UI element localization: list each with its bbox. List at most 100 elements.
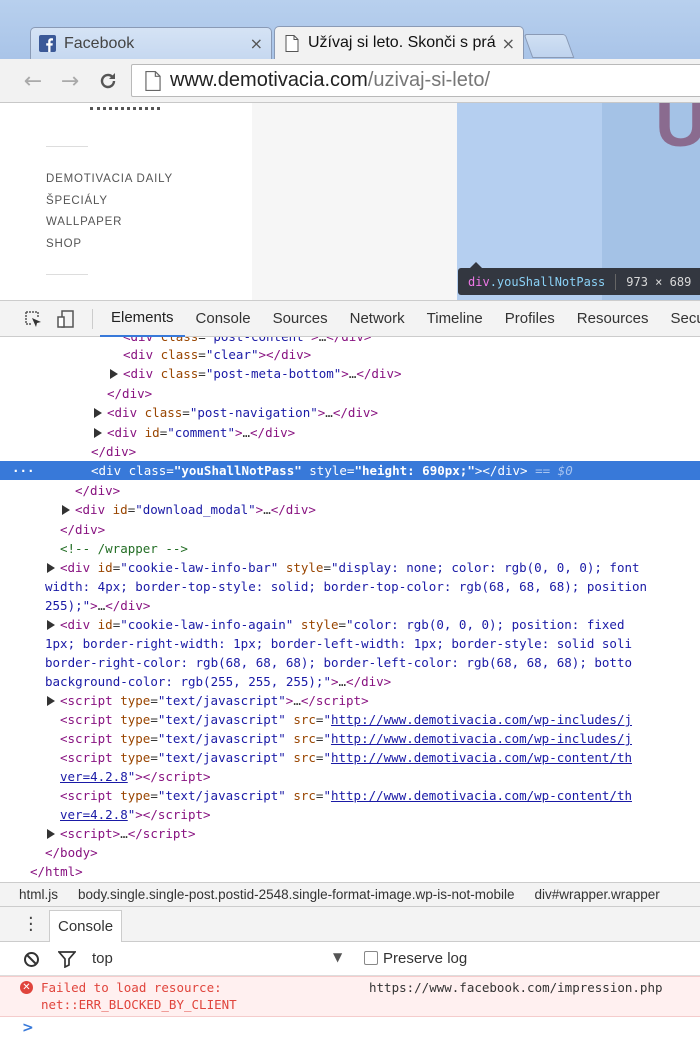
site-logo[interactable] — [90, 103, 160, 110]
breadcrumb-wrapper[interactable]: div#wrapper.wrapper — [524, 887, 669, 902]
tab-security[interactable]: Secu — [660, 301, 700, 337]
dom-node[interactable]: </div> — [0, 520, 700, 539]
console-prompt-icon[interactable]: > — [22, 1020, 34, 1036]
dom-node[interactable]: <div id="download_modal">…</div> — [0, 500, 700, 519]
expand-triangle-icon[interactable] — [47, 829, 55, 839]
back-arrow-icon[interactable]: ← — [21, 69, 45, 94]
inspect-element-icon[interactable] — [23, 309, 43, 329]
hero-glyph: U — [655, 103, 700, 162]
new-tab-button[interactable] — [523, 34, 575, 58]
devtools-tab-bar: Elements Console Sources Network Timelin… — [0, 300, 700, 337]
dom-node[interactable]: <div id="cookie-law-info-again" style="c… — [0, 615, 700, 634]
tab-profiles[interactable]: Profiles — [494, 301, 566, 337]
error-line-2: net::ERR_BLOCKED_BY_CLIENT — [41, 997, 237, 1012]
clear-console-icon[interactable] — [23, 951, 40, 968]
dom-node-cont[interactable]: 255);">…</div> — [0, 596, 700, 615]
url-host: www.demotivacia.com — [170, 69, 368, 91]
preserve-log-checkbox[interactable] — [364, 951, 378, 965]
expand-triangle-icon[interactable] — [47, 563, 55, 573]
dom-node[interactable]: <!-- /wrapper --> — [0, 539, 700, 558]
expand-triangle-icon[interactable] — [110, 369, 118, 379]
tab-resources[interactable]: Resources — [566, 301, 660, 337]
facebook-favicon-icon — [39, 35, 56, 52]
drawer-tab-console[interactable]: Console — [49, 910, 123, 943]
tooltip-separator — [615, 273, 617, 290]
url-path: /uzivaj-si-leto/ — [367, 69, 491, 91]
dom-node[interactable]: </div> — [0, 384, 700, 403]
context-selector[interactable]: top — [92, 950, 113, 967]
browser-tab-demotivacia[interactable]: Užívaj si leto. Skonči s prá × — [274, 26, 524, 59]
dom-node-cont[interactable]: ver=4.2.8"></script> — [0, 805, 700, 824]
expand-triangle-icon[interactable] — [94, 428, 102, 438]
dom-tree[interactable]: <div class="post-content">…</div> <div c… — [0, 337, 700, 882]
expand-triangle-icon[interactable] — [47, 696, 55, 706]
dom-node[interactable]: </div> — [0, 442, 700, 461]
dom-node[interactable]: </div> — [0, 481, 700, 500]
tab-title: Facebook — [64, 34, 135, 52]
dom-node[interactable]: <div id="cookie-law-info-bar" style="dis… — [0, 558, 700, 577]
dom-node-cont[interactable]: width: 4px; border-top-style: solid; bor… — [0, 577, 700, 596]
tab-network[interactable]: Network — [339, 301, 416, 337]
dom-node-cont[interactable]: border-right-color: rgb(68, 68, 68); bor… — [0, 653, 700, 672]
site-sidebar: DEMOTIVACIA DAILY ŠPECIÁLY WALLPAPER SHO… — [0, 103, 252, 300]
site-menu: DEMOTIVACIA DAILY ŠPECIÁLY WALLPAPER SHO… — [46, 173, 173, 259]
expand-triangle-icon[interactable] — [94, 408, 102, 418]
dom-node[interactable]: <div id="comment">…</div> — [0, 423, 700, 442]
dom-node[interactable]: <div class="clear"></div> — [0, 345, 700, 364]
dom-breadcrumb: html.js body.single.single-post.postid-2… — [0, 882, 700, 906]
dom-node-cont[interactable]: 1px; border-right-width: 1px; border-lef… — [0, 634, 700, 653]
tab-sources[interactable]: Sources — [262, 301, 339, 337]
dom-node[interactable]: <script type="text/javascript" src="http… — [0, 729, 700, 748]
console-drawer-header: · · · Console — [0, 906, 700, 943]
breadcrumb-html[interactable]: html.js — [0, 887, 68, 902]
dom-node[interactable]: <script type="text/javascript" src="http… — [0, 710, 700, 729]
browser-tab-facebook[interactable]: Facebook × — [30, 27, 272, 59]
tooltip-tag: div — [468, 274, 490, 289]
address-bar[interactable]: www.demotivacia.com/uzivaj-si-leto/ — [131, 64, 700, 97]
tab-console[interactable]: Console — [185, 301, 262, 337]
dom-node[interactable]: <script>…</script> — [0, 824, 700, 843]
chevron-down-icon[interactable]: ▼ — [333, 950, 342, 964]
menu-item-daily[interactable]: DEMOTIVACIA DAILY — [46, 173, 173, 195]
dom-node[interactable]: </html> — [0, 862, 700, 881]
menu-divider — [46, 146, 88, 147]
more-options-icon[interactable]: ··· — [12, 461, 35, 480]
forward-arrow-icon[interactable]: → — [58, 69, 82, 94]
dom-node[interactable]: <div class="post-navigation">…</div> — [0, 403, 700, 422]
device-mode-icon[interactable] — [56, 309, 76, 329]
tooltip-size: 973 × 689 — [626, 274, 692, 289]
browser-toolbar: ← → www.demotivacia.com/uzivaj-si-leto/ — [0, 59, 700, 103]
close-tab-icon[interactable]: × — [502, 34, 515, 53]
drawer-menu-icon[interactable]: · · · — [28, 910, 34, 940]
dom-node[interactable]: </body> — [0, 843, 700, 862]
expand-triangle-icon[interactable] — [47, 620, 55, 630]
inspect-tooltip: div.youShallNotPass 973 × 689 — [458, 262, 700, 295]
error-source-link[interactable]: https://www.facebook.com/impression.php — [369, 979, 663, 996]
reload-icon[interactable] — [96, 69, 120, 93]
error-text: Failed to load resource: net::ERR_BLOCKE… — [41, 979, 237, 1013]
browser-tab-strip: Facebook × Užívaj si leto. Skonči s prá … — [0, 0, 700, 59]
expand-triangle-icon[interactable] — [62, 505, 70, 515]
menu-item-specialy[interactable]: ŠPECIÁLY — [46, 195, 173, 217]
dom-node[interactable]: <div class="post-meta-bottom">…</div> — [0, 364, 700, 383]
menu-item-wallpaper[interactable]: WALLPAPER — [46, 216, 173, 238]
error-line-1: Failed to load resource: — [41, 980, 222, 995]
close-tab-icon[interactable]: × — [250, 34, 263, 53]
tooltip-selector: div.youShallNotPass — [468, 275, 605, 289]
dom-node-cont[interactable]: background-color: rgb(255, 255, 255);">…… — [0, 672, 700, 691]
page-gap — [252, 103, 457, 300]
dom-node-selected[interactable]: ··· <div class="youShallNotPass" style="h… — [0, 461, 700, 481]
dom-node[interactable]: <script type="text/javascript">…</script… — [0, 691, 700, 710]
tab-elements[interactable]: Elements — [100, 301, 185, 337]
dom-node[interactable]: <script type="text/javascript" src="http… — [0, 748, 700, 767]
page-favicon-icon — [283, 34, 300, 52]
console-error-message[interactable]: ✕ Failed to load resource: net::ERR_BLOC… — [0, 976, 700, 1017]
dom-node[interactable]: <script type="text/javascript" src="http… — [0, 786, 700, 805]
dom-node-cont[interactable]: ver=4.2.8"></script> — [0, 767, 700, 786]
devtools-tabs: Elements Console Sources Network Timelin… — [100, 301, 700, 337]
menu-item-shop[interactable]: SHOP — [46, 238, 173, 260]
breadcrumb-body[interactable]: body.single.single-post.postid-2548.sing… — [68, 887, 524, 902]
filter-icon[interactable] — [58, 951, 76, 968]
page-info-icon[interactable] — [144, 70, 162, 91]
tab-timeline[interactable]: Timeline — [416, 301, 494, 337]
